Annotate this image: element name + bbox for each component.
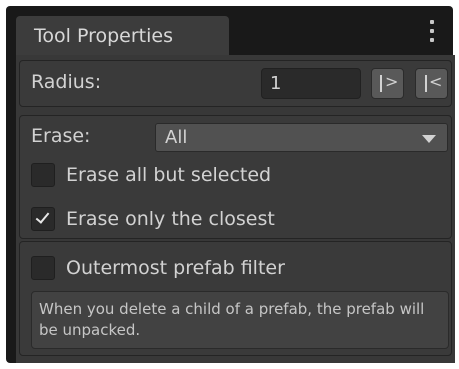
erase-group: Erase: All Erase all but selected Erase …: [19, 115, 452, 239]
increase-arrow-icon: >: [385, 72, 399, 91]
erase-label: Erase:: [31, 125, 91, 147]
erase-mode-value: All: [165, 127, 188, 148]
help-box: When you delete a child of a prefab, the…: [31, 291, 449, 349]
radius-value: 1: [270, 73, 282, 94]
checkmark-icon: [35, 209, 50, 224]
chevron-down-icon: [422, 135, 436, 143]
tab-tool-properties[interactable]: Tool Properties: [16, 16, 229, 55]
outermost-prefab-filter-label[interactable]: Outermost prefab filter: [66, 257, 285, 279]
decrease-radius-button[interactable]: <: [415, 68, 448, 99]
help-text: When you delete a child of a prefab, the…: [39, 300, 425, 339]
radius-input[interactable]: 1: [261, 68, 361, 99]
decrease-arrow-icon: <: [429, 72, 443, 91]
tab-title: Tool Properties: [34, 25, 173, 47]
erase-all-but-selected-checkbox[interactable]: [31, 163, 55, 187]
radius-group: Radius: 1 > <: [19, 60, 452, 107]
erase-only-closest-checkbox[interactable]: [31, 207, 55, 231]
increase-radius-button[interactable]: >: [371, 68, 404, 99]
outermost-prefab-filter-checkbox[interactable]: [31, 256, 55, 280]
bar-icon: [380, 75, 382, 92]
panel-content: Radius: 1 > < Erase: All Erase all but s…: [16, 55, 455, 363]
erase-all-but-selected-label[interactable]: Erase all but selected: [66, 164, 271, 186]
erase-mode-dropdown[interactable]: All: [155, 123, 448, 152]
tool-properties-window: Tool Properties Radius: 1 > < Erase: All: [6, 6, 455, 363]
bar-icon: [425, 75, 427, 92]
erase-only-closest-label[interactable]: Erase only the closest: [66, 208, 275, 230]
kebab-menu-icon[interactable]: [427, 20, 437, 42]
radius-label: Radius:: [31, 71, 102, 93]
prefab-group: Outermost prefab filter When you delete …: [19, 241, 452, 356]
